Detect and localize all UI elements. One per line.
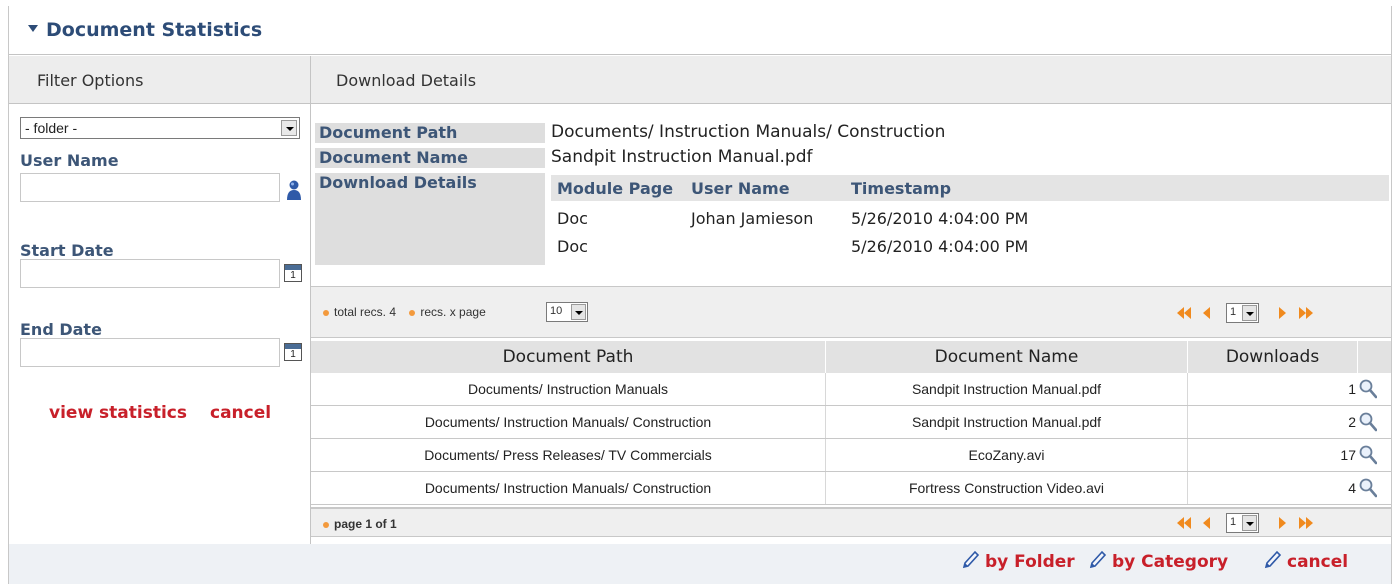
bullet-icon [323,521,329,528]
footer-cancel-link[interactable]: cancel [1287,552,1348,572]
download-row: Doc 5/26/2010 4:04:00 PM [551,233,1389,261]
by-category-link[interactable]: by Category [1112,552,1228,572]
bullet-icon [409,309,416,316]
document-path-cell: Documents/ Instruction Manuals [311,373,826,405]
chevron-down-icon[interactable] [1242,305,1257,321]
page-info-text: page 1 of 1 [334,517,397,531]
document-name-value: Sandpit Instruction Manual.pdf [551,147,813,167]
document-path-cell: Documents/ Instruction Manuals/ Construc… [311,406,826,438]
table-row[interactable]: Documents/ Instruction Manuals/ Construc… [311,406,1391,439]
pencil-icon[interactable] [1263,550,1281,570]
col-document-path[interactable]: Document Path [311,341,826,373]
calendar-icon[interactable]: 1 [284,343,302,361]
total-records: total recs. 4 [334,305,397,319]
document-name-cell: EcoZany.avi [826,439,1188,471]
downloads-cell: 17 [1340,447,1356,463]
view-statistics-link[interactable]: view statistics [49,403,187,423]
document-statistics-panel: Document Statistics Filter Options Downl… [8,6,1392,584]
pencil-icon[interactable] [961,550,979,570]
download-details-panel: Document Path Documents/ Instruction Man… [311,104,1391,544]
document-path-cell: Documents/ Press Releases/ TV Commercial… [311,439,826,471]
first-page-icon[interactable] [1177,307,1191,319]
bottom-pager-bar: page 1 of 1 1 [311,507,1391,537]
downloads-cell: 4 [1348,480,1356,496]
download-details-label: Download Details [315,173,545,265]
magnifier-icon[interactable] [1359,445,1377,465]
panel-title: Document Statistics [46,19,263,41]
table-row[interactable]: Documents/ Instruction Manuals Sandpit I… [311,373,1391,406]
collapse-triangle-icon[interactable] [28,25,38,32]
page-select[interactable]: 1 [1226,513,1259,533]
user-name-cell: Johan Jamieson [691,209,814,228]
chevron-down-icon[interactable] [281,120,297,136]
module-page-cell: Doc [557,237,588,256]
last-page-icon[interactable] [1299,517,1313,529]
downloads-cell: 1 [1348,381,1356,397]
col-module-page: Module Page [557,179,674,198]
col-timestamp: Timestamp [851,179,952,198]
document-path-value: Documents/ Instruction Manuals/ Construc… [551,122,946,142]
col-action [1358,341,1391,373]
calendar-icon[interactable]: 1 [284,264,302,282]
page-select[interactable]: 1 [1226,303,1259,323]
previous-page-icon[interactable] [1203,517,1211,529]
user-name-label: User Name [20,151,119,170]
page-select-value: 1 [1230,516,1237,528]
document-name-cell: Sandpit Instruction Manual.pdf [826,373,1188,405]
downloads-cell: 2 [1348,414,1356,430]
panel-title-bar[interactable]: Document Statistics [9,6,1391,55]
bullet-icon [323,309,329,316]
user-name-input[interactable] [20,173,280,202]
page-select-value: 1 [1230,306,1237,318]
pencil-icon[interactable] [1088,550,1106,570]
document-detail: Document Path Documents/ Instruction Man… [315,117,1391,283]
start-date-input[interactable] [20,259,280,288]
chevron-down-icon[interactable] [1242,515,1257,531]
document-path-label: Document Path [315,123,545,143]
folder-select-value: - folder - [25,120,78,136]
timestamp-cell: 5/26/2010 4:04:00 PM [851,237,1029,256]
page-info: page 1 of 1 [323,517,397,531]
recs-per-page-select[interactable]: 10 [546,302,588,322]
filter-options-header: Filter Options [9,56,311,104]
by-folder-link[interactable]: by Folder [985,552,1075,572]
next-page-icon[interactable] [1278,307,1286,319]
document-name-cell: Sandpit Instruction Manual.pdf [826,406,1188,438]
magnifier-icon[interactable] [1359,478,1377,498]
calendar-day: 1 [290,270,296,281]
filter-panel: - folder - User Name Start Date 1 End Da… [9,104,311,544]
footer-actions: by Folder by Category cancel [961,544,1381,584]
end-date-label: End Date [20,320,102,339]
download-details-header: Download Details [311,56,1391,104]
magnifier-icon[interactable] [1359,412,1377,432]
pager-info: total recs. 4 recs. x page [323,305,486,319]
top-pager-bar: total recs. 4 recs. x page 10 1 [311,286,1391,338]
col-document-name[interactable]: Document Name [826,341,1188,373]
recs-per-page-value: 10 [550,305,563,317]
end-date-input[interactable] [20,338,280,367]
first-page-icon[interactable] [1177,517,1191,529]
col-downloads[interactable]: Downloads [1188,341,1358,373]
table-row[interactable]: Documents/ Press Releases/ TV Commercial… [311,439,1391,472]
previous-page-icon[interactable] [1203,307,1211,319]
magnifier-icon[interactable] [1359,379,1377,399]
filter-cancel-link[interactable]: cancel [210,403,271,423]
recs-per-page-label: recs. x page [420,305,486,319]
document-name-cell: Fortress Construction Video.avi [826,472,1188,504]
last-page-icon[interactable] [1299,307,1313,319]
module-page-cell: Doc [557,209,588,228]
download-row: Doc Johan Jamieson 5/26/2010 4:04:00 PM [551,205,1389,233]
download-details-table-header: Module Page User Name Timestamp [551,175,1389,201]
document-path-cell: Documents/ Instruction Manuals/ Construc… [311,472,826,504]
document-name-label: Document Name [315,148,545,168]
table-row[interactable]: Documents/ Instruction Manuals/ Construc… [311,472,1391,505]
user-picker-icon[interactable] [286,179,302,201]
calendar-day: 1 [290,349,296,360]
timestamp-cell: 5/26/2010 4:04:00 PM [851,209,1029,228]
folder-select[interactable]: - folder - [20,117,300,139]
chevron-down-icon[interactable] [571,304,586,320]
start-date-label: Start Date [20,241,114,260]
col-user-name: User Name [691,179,790,198]
next-page-icon[interactable] [1278,517,1286,529]
